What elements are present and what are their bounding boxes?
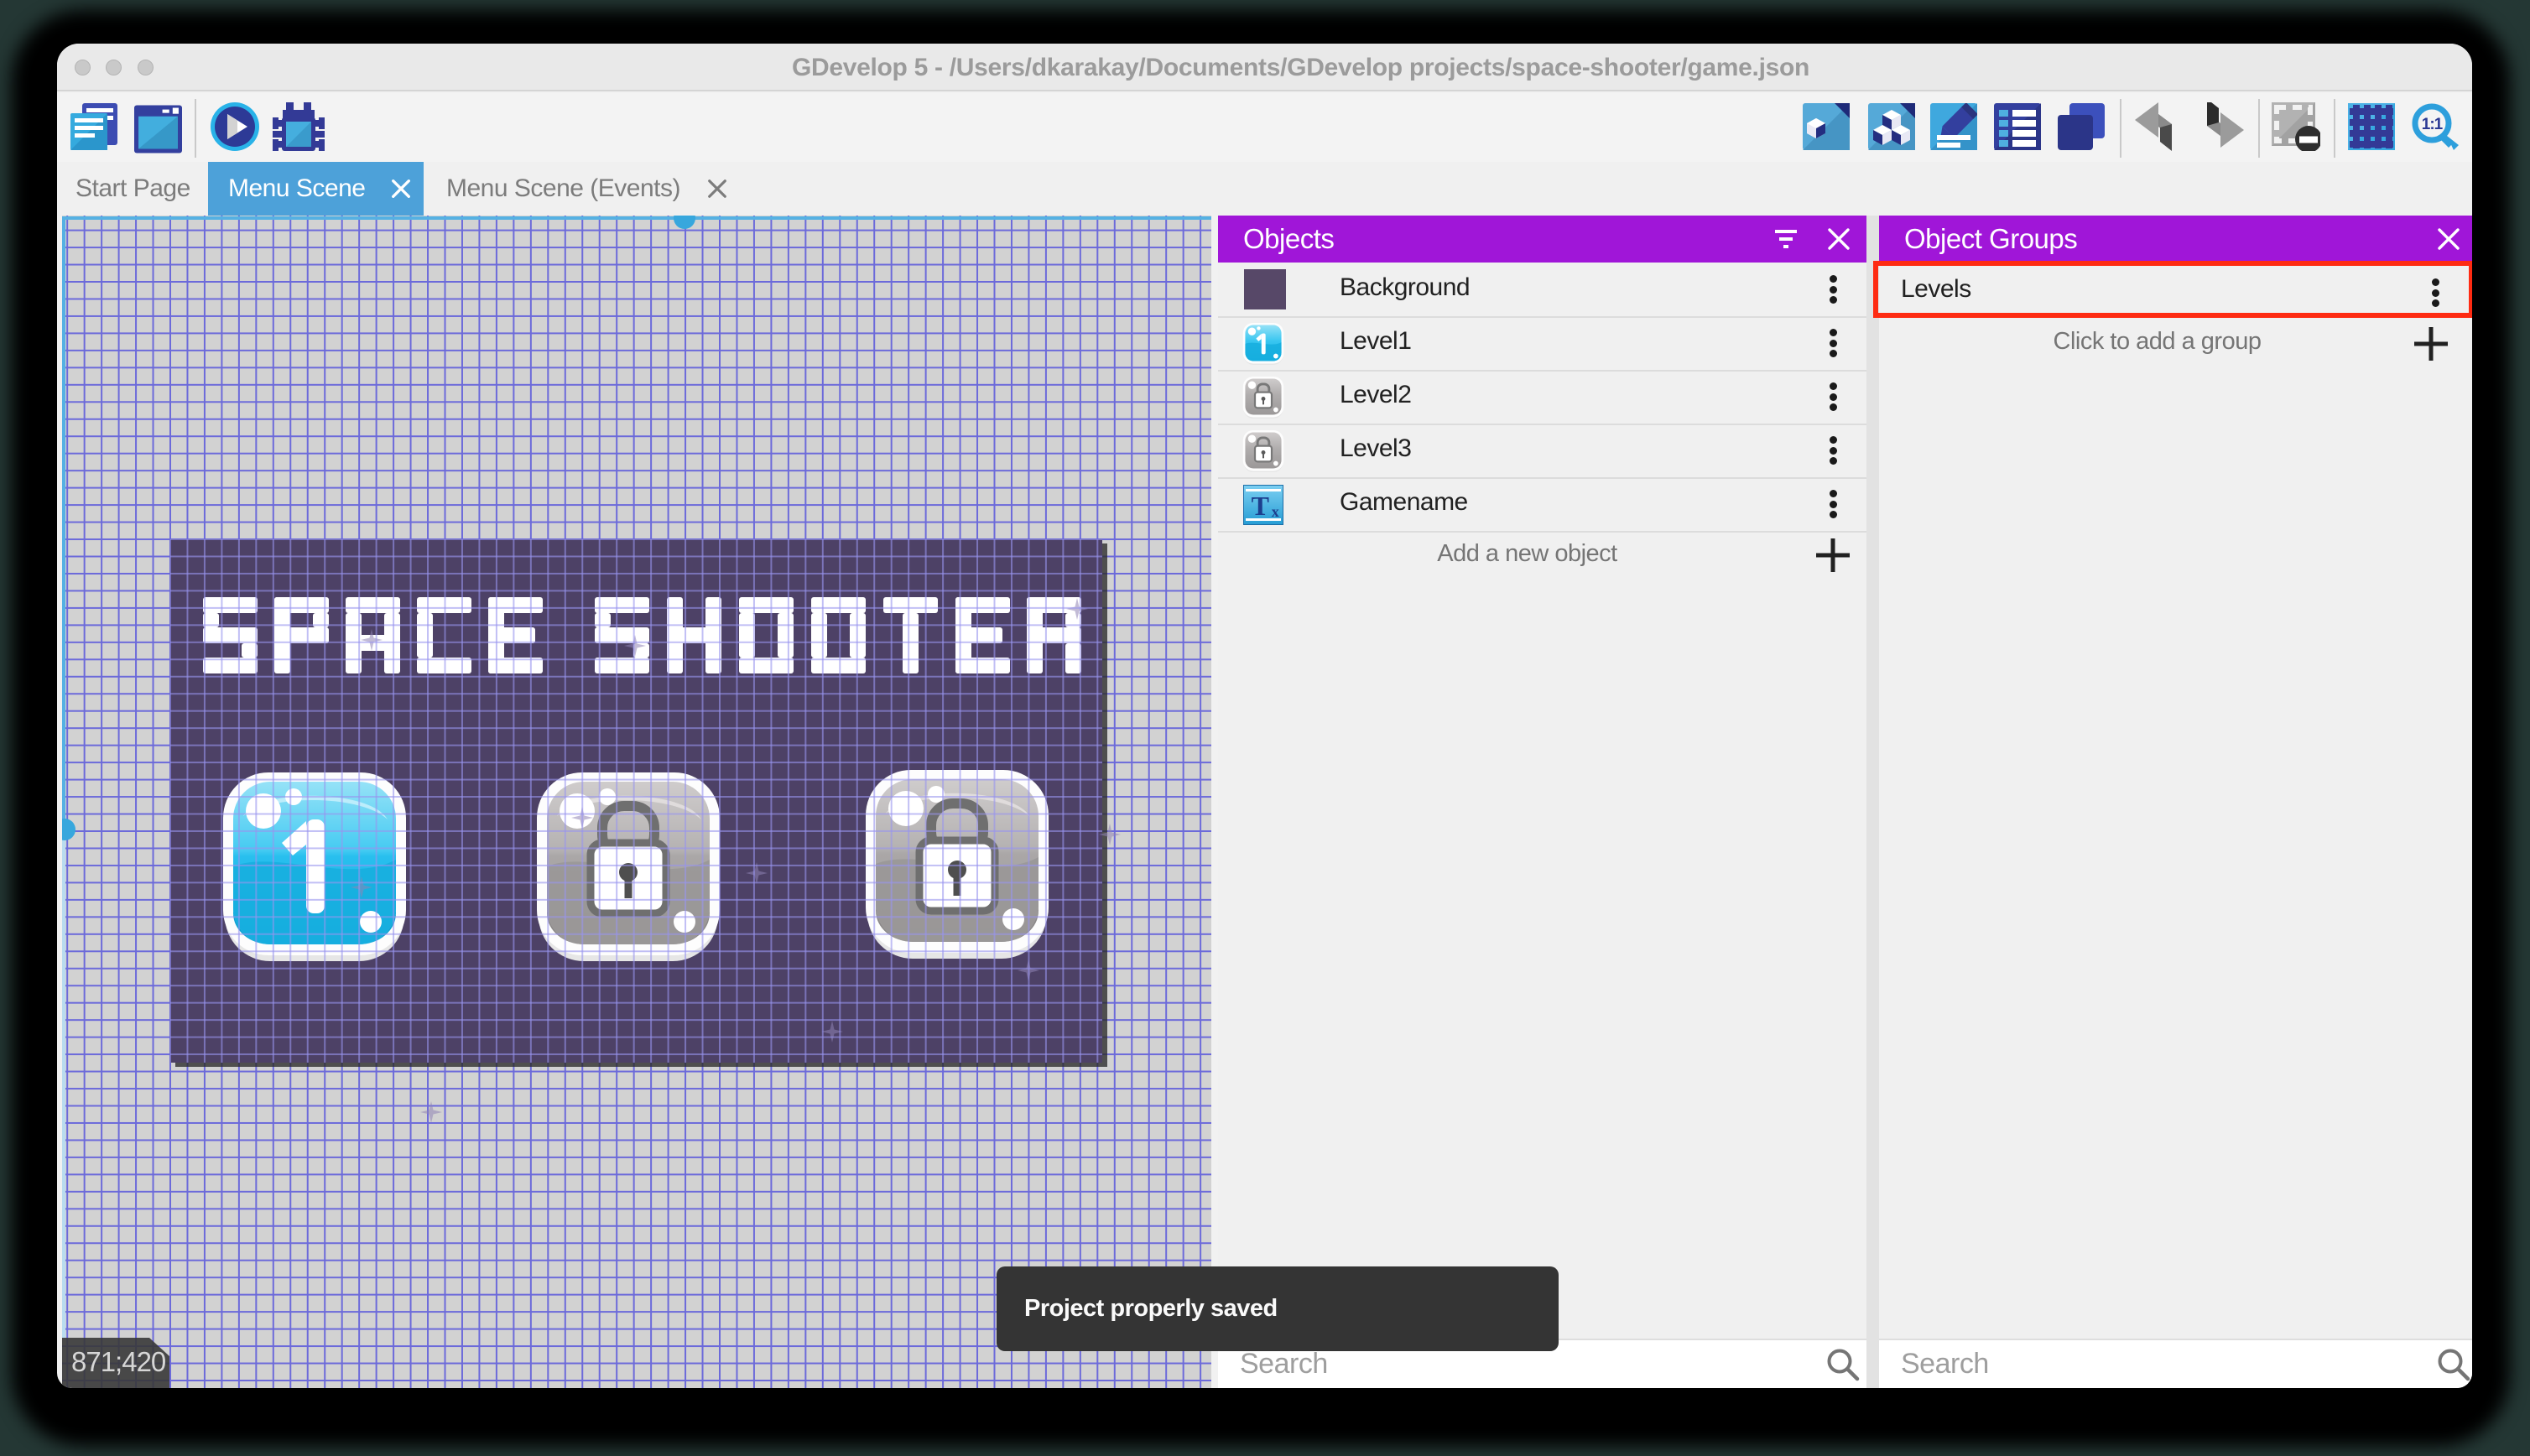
svg-text:T: T: [1252, 491, 1269, 521]
svg-text:x: x: [1272, 503, 1279, 520]
svg-text:1:1: 1:1: [2422, 116, 2444, 133]
